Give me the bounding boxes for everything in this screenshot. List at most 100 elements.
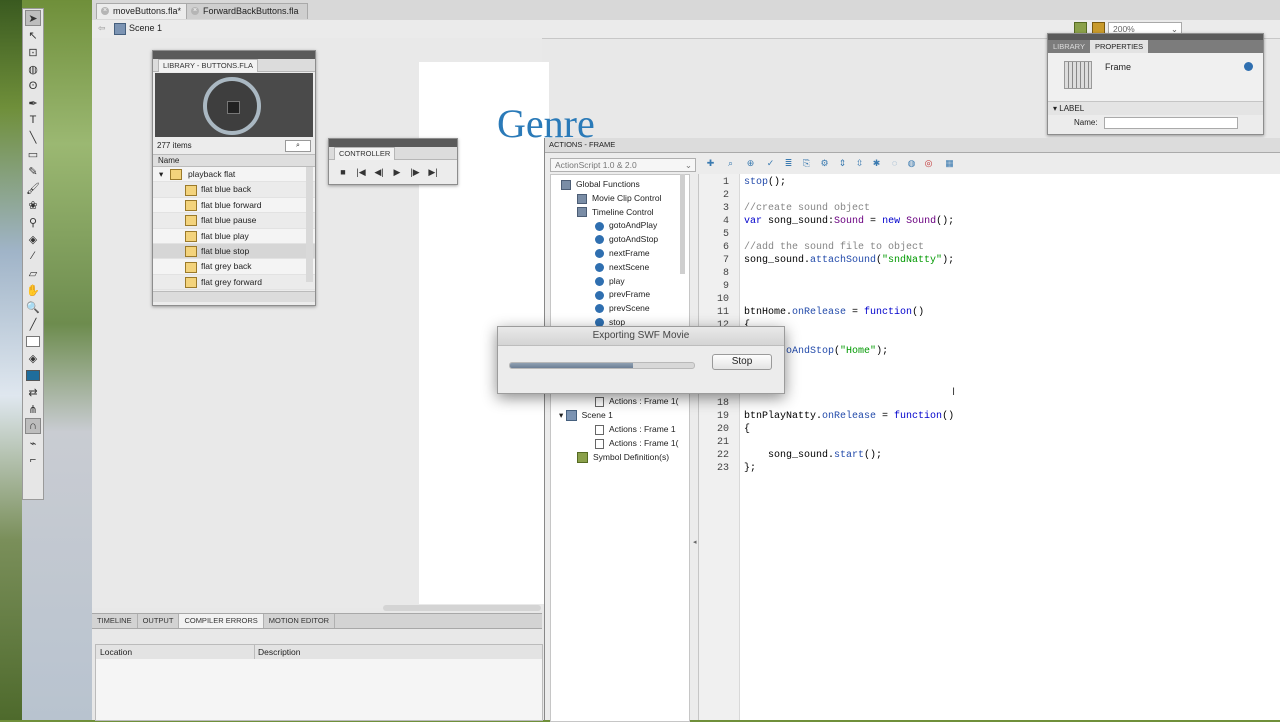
panel-drag-bar[interactable] xyxy=(153,51,315,59)
doc-tab-movebuttons[interactable]: × moveButtons.fla* xyxy=(96,3,191,19)
show-hide-toolbox-icon[interactable]: ▦ xyxy=(944,158,955,169)
tab-timeline[interactable]: TIMELINE xyxy=(92,614,138,628)
rectangle-tool-icon[interactable]: ▭ xyxy=(25,146,41,162)
pencil-tool-icon[interactable]: ✎ xyxy=(25,163,41,179)
play-icon[interactable]: ▶ xyxy=(391,167,403,178)
apply-block-comment-icon[interactable]: ◌ xyxy=(889,158,900,169)
list-item[interactable]: flat blue play xyxy=(153,228,315,244)
deco-tool-icon[interactable]: ❀ xyxy=(25,197,41,213)
list-item[interactable]: flat blue back xyxy=(153,182,315,198)
panel-drag-bar[interactable] xyxy=(329,139,457,147)
tree-item[interactable]: nextScene xyxy=(595,260,649,274)
expand-all-icon[interactable]: ✱ xyxy=(871,158,882,169)
tab-motion-editor[interactable]: MOTION EDITOR xyxy=(264,614,336,628)
frame-label-input[interactable] xyxy=(1104,117,1238,129)
tree-item[interactable]: gotoAndStop xyxy=(595,232,658,246)
free-transform-tool-icon[interactable]: ⊡ xyxy=(25,44,41,60)
code-line[interactable]: //create sound object xyxy=(744,202,870,215)
code-line[interactable]: }; xyxy=(744,462,756,475)
go-to-end-icon[interactable]: ▶| xyxy=(427,167,439,178)
list-item-selected[interactable]: flat blue stop xyxy=(153,243,315,260)
pen-tool-icon[interactable]: ✒ xyxy=(25,95,41,111)
actionscript-version-select[interactable]: ActionScript 1.0 & 2.0 ⌄ xyxy=(550,158,696,172)
code-line[interactable]: //add the sound file to object xyxy=(744,241,924,254)
tab-library[interactable]: LIBRARY xyxy=(1048,40,1090,53)
step-forward-icon[interactable]: |▶ xyxy=(409,167,421,178)
stroke-swatch[interactable] xyxy=(25,333,41,349)
script-editor[interactable]: 123456789101112181920212223 I stop();//c… xyxy=(698,174,1280,720)
fill-swatch[interactable] xyxy=(25,367,41,383)
search-icon[interactable]: ⌕ xyxy=(285,140,311,152)
code-hint-icon[interactable]: ⎘ xyxy=(801,158,812,169)
hand-tool-icon[interactable]: ✋ xyxy=(25,282,41,298)
list-item[interactable]: flat blue pause xyxy=(153,213,315,229)
find-icon[interactable]: ⌕ xyxy=(725,158,736,169)
list-item[interactable]: flat grey back xyxy=(153,259,315,275)
tree-item[interactable]: ▾ Scene 1 xyxy=(559,408,613,422)
tree-item[interactable]: Actions : Frame 1 xyxy=(595,422,676,436)
bone-tool-icon[interactable]: ⚲ xyxy=(25,214,41,230)
close-icon[interactable]: × xyxy=(101,7,109,15)
tree-item[interactable]: Symbol Definition(s) xyxy=(577,450,669,464)
auto-format-icon[interactable]: ≣ xyxy=(783,158,794,169)
controller-tab[interactable]: CONTROLLER xyxy=(329,147,457,160)
tree-item[interactable]: prevFrame xyxy=(595,287,650,301)
chevron-down-icon[interactable]: ▾ xyxy=(559,410,566,420)
stop-icon[interactable]: ■ xyxy=(337,167,349,178)
check-syntax-icon[interactable]: ✓ xyxy=(765,158,776,169)
tree-item[interactable]: Movie Clip Control xyxy=(577,191,661,205)
tab-output[interactable]: OUTPUT xyxy=(138,614,180,628)
line-tool-icon[interactable]: ╲ xyxy=(25,129,41,145)
library-vertical-scrollbar[interactable] xyxy=(306,167,313,282)
swap-colors-icon[interactable]: ⇄ xyxy=(25,384,41,400)
code-line[interactable]: btnHome.onRelease = function() xyxy=(744,306,924,319)
library-horizontal-scrollbar[interactable] xyxy=(153,291,315,303)
tree-item[interactable]: prevScene xyxy=(595,301,650,315)
chevron-down-icon[interactable]: ▾ xyxy=(159,169,163,179)
code-line[interactable]: { xyxy=(744,423,750,436)
collapse-between-braces-icon[interactable]: ⇕ xyxy=(837,158,848,169)
debug-options-icon[interactable]: ⚙ xyxy=(819,158,830,169)
insert-target-path-icon[interactable]: ⊕ xyxy=(745,158,756,169)
column-description[interactable]: Description xyxy=(254,645,301,659)
close-icon[interactable]: × xyxy=(191,7,199,15)
label-section-header[interactable]: ▾ LABEL xyxy=(1048,102,1263,115)
tree-item[interactable]: Global Functions xyxy=(561,177,640,191)
tab-compiler-errors[interactable]: COMPILER ERRORS xyxy=(179,614,264,628)
code-line[interactable]: var song_sound:Sound = new Sound(); xyxy=(744,215,954,228)
eraser-tool-icon[interactable]: ▱ xyxy=(25,265,41,281)
back-arrow-icon[interactable]: ⇦ xyxy=(98,23,106,34)
tree-item[interactable]: gotoAndPlay xyxy=(595,218,657,232)
tab-properties[interactable]: PROPERTIES xyxy=(1089,40,1149,53)
subselection-tool-icon[interactable]: ↖ xyxy=(25,27,41,43)
smooth-icon[interactable]: ⌁ xyxy=(25,435,41,451)
zoom-tool-icon[interactable]: 🔍 xyxy=(25,299,41,315)
eyedropper-tool-icon[interactable]: ⁄ xyxy=(25,248,41,264)
brush-tool-icon[interactable]: 🖌 xyxy=(25,180,41,196)
list-item[interactable]: flat grey forward xyxy=(153,274,315,291)
snap-icon[interactable]: ⋔ xyxy=(25,401,41,417)
pane-divider-handle[interactable]: ◂ xyxy=(693,538,697,546)
tree-item[interactable]: nextFrame xyxy=(595,246,650,260)
actions-panel-title[interactable]: ACTIONS - FRAME xyxy=(545,138,1280,153)
code-line[interactable]: song_sound.attachSound("sndNatty"); xyxy=(744,254,954,267)
3d-rotation-tool-icon[interactable]: ◍ xyxy=(25,61,41,77)
rewind-icon[interactable]: |◀ xyxy=(355,167,367,178)
code-line[interactable]: btnPlayNatty.onRelease = function() xyxy=(744,410,954,423)
list-item[interactable]: flat blue forward xyxy=(153,197,315,214)
tree-item[interactable]: play xyxy=(595,274,625,288)
stroke-color-icon[interactable]: ╱ xyxy=(25,316,41,332)
remove-comment-icon[interactable]: ◎ xyxy=(923,158,934,169)
lasso-tool-icon[interactable]: ʘ xyxy=(25,78,41,94)
code-line[interactable]: song_sound.start(); xyxy=(744,449,882,462)
column-location[interactable]: Location xyxy=(100,645,132,659)
toolbox-scrollbar[interactable] xyxy=(680,174,685,274)
library-folder[interactable]: ▾ playback flat xyxy=(153,167,315,183)
step-back-icon[interactable]: ◀| xyxy=(373,167,385,178)
magnet-icon[interactable]: ∩ xyxy=(25,418,41,434)
library-column-header[interactable]: Name xyxy=(153,154,315,167)
tree-item[interactable]: Actions : Frame 1( xyxy=(595,436,678,450)
text-tool-icon[interactable]: T xyxy=(25,112,41,128)
help-icon[interactable] xyxy=(1244,62,1253,71)
selection-tool-icon[interactable]: ➤ xyxy=(25,10,41,26)
